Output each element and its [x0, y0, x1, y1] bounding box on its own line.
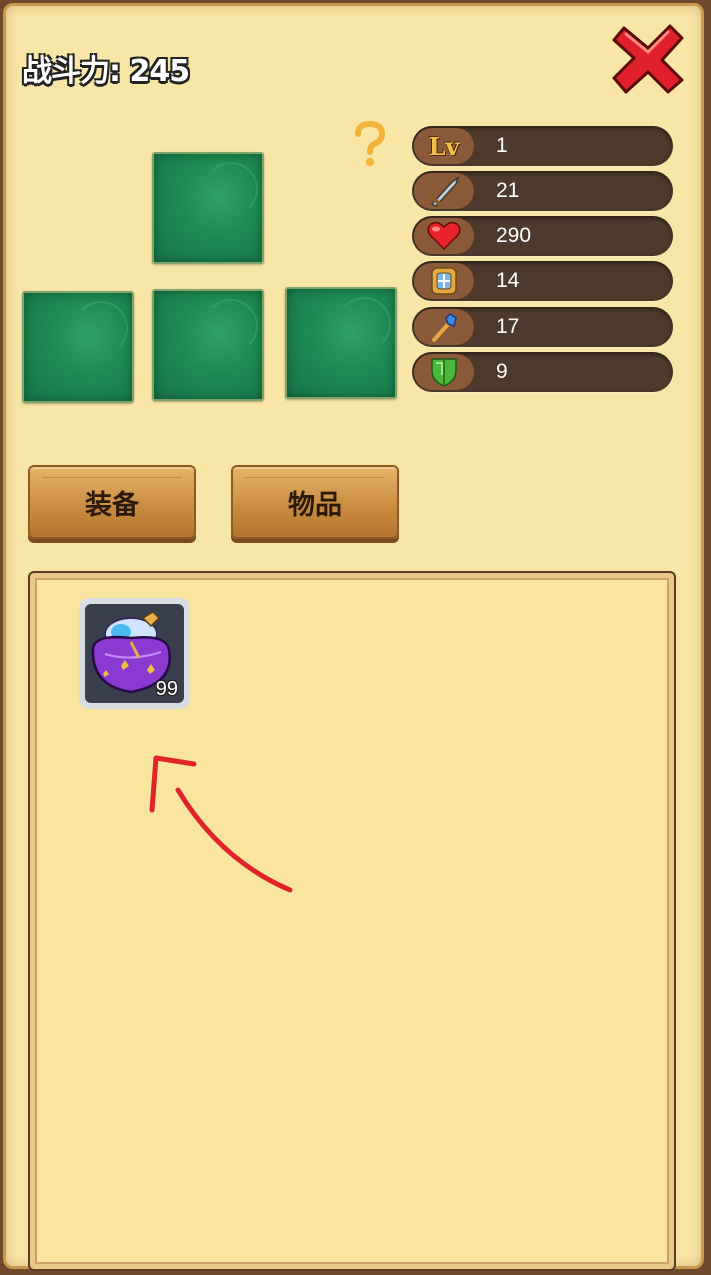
stat-magic: 17: [412, 307, 673, 347]
green-shield-icon: [414, 354, 474, 390]
tab-items[interactable]: 物品: [231, 465, 399, 539]
level-icon: Lv: [414, 128, 474, 164]
equipment-slot-right[interactable]: [285, 287, 397, 399]
magic-staff-icon: [414, 309, 474, 345]
combat-power-label: 战斗力: 245: [22, 54, 190, 89]
equipment-slot-center[interactable]: [152, 289, 264, 401]
stat-attack-value: 21: [496, 179, 520, 202]
shield-emblem-icon: [414, 263, 474, 299]
sword-icon: [414, 173, 474, 209]
inventory-item-slot[interactable]: 99: [79, 598, 190, 709]
tab-equipment-label: 装备: [85, 489, 139, 521]
item-count: 99: [155, 678, 178, 700]
close-icon: [612, 24, 684, 94]
stat-health: 290: [412, 216, 673, 256]
stat-defense-value: 14: [496, 269, 520, 292]
annotation-arrow-icon: [149, 755, 293, 893]
stat-level-value: 1: [496, 134, 508, 157]
stat-level: Lv 1: [412, 126, 673, 166]
help-button[interactable]: [352, 120, 388, 170]
tab-items-label: 物品: [288, 489, 342, 521]
stat-attack: 21: [412, 171, 673, 211]
inventory-item-frame: 99: [85, 604, 184, 703]
stat-resistance-value: 9: [496, 360, 508, 383]
stat-magic-value: 17: [496, 315, 520, 338]
stat-resistance: 9: [412, 352, 673, 392]
close-button[interactable]: [612, 24, 684, 94]
stat-health-value: 290: [496, 224, 532, 247]
question-mark-icon: [355, 120, 386, 166]
equipment-slot-top[interactable]: [152, 152, 264, 264]
heart-icon: [414, 218, 474, 254]
equipment-slot-left[interactable]: [22, 291, 134, 403]
stat-defense: 14: [412, 261, 673, 301]
tab-equipment[interactable]: 装备: [28, 465, 196, 539]
